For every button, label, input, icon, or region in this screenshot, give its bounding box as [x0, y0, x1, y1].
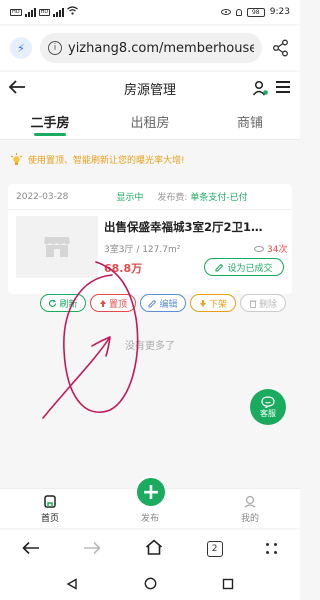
tabs-counter-icon[interactable]: 2 [206, 541, 223, 557]
tab-second-hand[interactable]: 二手房 [0, 104, 100, 139]
listing-card-body[interactable]: 出售保盛幸福城3室2厅2卫1… 3室3厅 / 127.7m² 34次 68.8万… [8, 210, 292, 278]
listing-card: 2022-03-28 显示中 发布费: 单条支付-已付 出售保盛幸福城3室2厅2… [8, 184, 292, 294]
listing-thumbnail[interactable] [16, 216, 98, 278]
edit-button[interactable]: 编辑 [140, 294, 186, 312]
info-icon[interactable]: i [48, 41, 62, 55]
wifi-icon [67, 6, 79, 18]
mark-deal-button[interactable]: 设为已成交 [204, 258, 284, 276]
user-account-icon[interactable] [252, 80, 268, 96]
browser-url-row: ⚡ i yizhang8.com/memberhouse. [0, 26, 300, 70]
url-text[interactable]: yizhang8.com/memberhouse. [68, 41, 254, 56]
home-icon [44, 495, 56, 508]
refresh-icon [49, 299, 57, 307]
menu-icon[interactable] [276, 81, 290, 93]
listing-card-header: 2022-03-28 显示中 发布费: 单条支付-已付 [8, 184, 292, 210]
status-right: 98 9:23 [220, 7, 290, 17]
eye-comfort-icon [220, 9, 231, 15]
storefront-placeholder-icon [44, 237, 70, 257]
promo-notice: 使用置顶、智能刷新让您的曝光率大增! [0, 148, 300, 170]
listing-title[interactable]: 出售保盛幸福城3室2厅2卫1… [104, 219, 288, 235]
page-title: 房源管理 [123, 82, 176, 98]
system-recents-icon[interactable] [222, 575, 234, 594]
arrow-down-icon [199, 299, 206, 307]
chat-bubble-icon [261, 395, 275, 408]
page-header: 房源管理 [0, 72, 300, 104]
publish-plus-button[interactable]: + [135, 476, 167, 508]
back-icon[interactable] [22, 540, 40, 559]
bolt-icon[interactable]: ⚡ [10, 37, 32, 59]
profile-icon [244, 495, 256, 508]
forward-icon[interactable] [83, 540, 102, 559]
clock: 9:23 [269, 7, 290, 17]
take-down-button[interactable]: 下架 [190, 294, 236, 312]
signal-icon [24, 7, 36, 17]
refresh-button[interactable]: 刷新 [40, 294, 86, 312]
listing-status: 显示中 [116, 193, 144, 203]
listing-actions: 刷新 置顶 编辑 下架 删除 [8, 294, 292, 320]
home-page-icon[interactable] [145, 539, 163, 559]
eye-icon [254, 245, 264, 252]
pin-top-button[interactable]: 置顶 [90, 294, 136, 312]
listing-price: 68.8万 [104, 262, 143, 275]
arrow-up-icon [99, 299, 106, 307]
more-menu-icon[interactable] [266, 543, 278, 555]
nav-home[interactable]: 首页 [0, 489, 100, 528]
pencil-icon [215, 263, 224, 271]
back-arrow-icon[interactable] [8, 76, 26, 100]
category-tabs: 二手房 出租房 商铺 [0, 104, 300, 140]
status-left: HD HD [10, 6, 79, 18]
system-home-icon[interactable] [144, 575, 157, 594]
hd-badge-2: HD [38, 8, 51, 16]
fee-label: 发布费: [157, 193, 188, 203]
no-more-text: 没有更多了 [125, 341, 175, 352]
share-icon[interactable] [272, 39, 290, 57]
tab-rental[interactable]: 出租房 [100, 104, 200, 139]
lightbulb-icon [10, 152, 23, 166]
trash-icon [249, 300, 257, 308]
address-bar[interactable]: i yizhang8.com/memberhouse. [40, 33, 262, 63]
battery-icon: 98 [246, 7, 265, 17]
customer-service-button[interactable]: 客服 [250, 389, 286, 425]
tab-shop[interactable]: 商铺 [200, 104, 300, 139]
nav-mine[interactable]: 我的 [200, 489, 300, 528]
pencil-icon [148, 299, 157, 307]
listing-date: 2022-03-28 [16, 191, 69, 202]
system-nav-bar [0, 568, 300, 600]
view-count: 34次 [254, 242, 287, 255]
status-bar: HD HD 98 9:23 [0, 0, 300, 24]
fee-value: 单条支付-已付 [190, 193, 248, 203]
browser-toolbar: 2 [0, 530, 300, 568]
bell-icon [235, 8, 242, 16]
system-back-icon[interactable] [66, 575, 78, 594]
listing-spec: 3室3厅 / 127.7m² [104, 245, 181, 255]
signal-icon-2 [53, 7, 65, 17]
hd-badge: HD [10, 8, 22, 16]
delete-button[interactable]: 删除 [240, 294, 286, 312]
notice-text: 使用置顶、智能刷新让您的曝光率大增! [28, 155, 185, 166]
